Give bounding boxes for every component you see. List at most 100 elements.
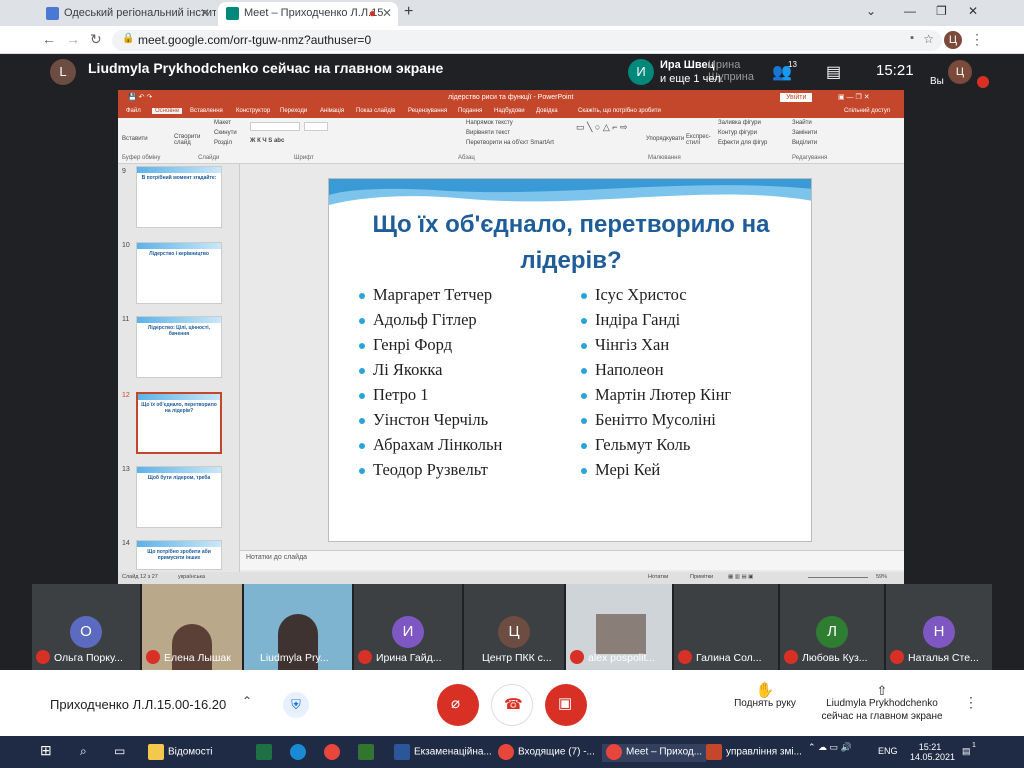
bookmark-star-icon[interactable]: ☆	[923, 32, 934, 46]
camera-off-button[interactable]: ▣	[545, 684, 587, 726]
search-icon[interactable]: ⌕	[80, 744, 87, 762]
participant-tile[interactable]: Ц Центр ПКК с...	[464, 584, 564, 670]
tab-help[interactable]: Довідка	[536, 108, 558, 114]
font-format-buttons-icon[interactable]: Ж К Ч S abc	[250, 138, 284, 144]
reload-icon[interactable]: ↻	[90, 31, 102, 48]
input-language[interactable]: ENG	[878, 746, 898, 756]
url-field[interactable]: 🔒 meet.google.com/orr-tguw-nmz?authuser=…	[112, 30, 942, 51]
taskbar-item-word[interactable]: Екзаменаційна...	[394, 744, 492, 762]
more-options-icon[interactable]: ⋮	[964, 694, 978, 711]
tab-slideshow[interactable]: Показ слайдів	[356, 108, 395, 114]
presenting-button[interactable]: ⇧ Liudmyla Prykhodchenko сейчас на главн…	[818, 684, 946, 723]
save-icon[interactable]: 💾 ↶ ↷	[128, 93, 152, 101]
text-direction-button[interactable]: Напрямок тексту	[466, 120, 513, 126]
zoom-level[interactable]: 59%	[876, 574, 887, 580]
chat-icon[interactable]: ▤	[826, 62, 841, 82]
reset-button[interactable]: Скинути	[214, 130, 237, 136]
tab-animation[interactable]: Анімація	[320, 108, 344, 114]
taskbar-item-excel[interactable]	[256, 744, 276, 762]
language-status[interactable]: українська	[178, 574, 205, 580]
pp-window-controls-icon[interactable]: ▣ — ❐ ✕	[838, 93, 870, 101]
chevron-up-icon[interactable]: ⌃	[242, 694, 252, 708]
section-button[interactable]: Розділ	[214, 140, 232, 146]
start-windows-icon[interactable]: ⊞	[40, 742, 52, 760]
slide-thumbnail-12[interactable]: Що їх об'єднало, перетворило на лідерів?	[136, 392, 222, 454]
participant-tile[interactable]: О Ольга Порку...	[32, 584, 140, 670]
raise-hand-button[interactable]: ✋ Поднять руку	[730, 683, 800, 710]
browser-tab-institute[interactable]: Одеський регіональний інститут ✕	[38, 2, 216, 26]
participant-tile[interactable]: Н Наталья Сте...	[886, 584, 992, 670]
mute-mic-button[interactable]: ⌀	[437, 684, 479, 726]
tab-search-icon[interactable]: ⌄	[866, 4, 876, 18]
comments-toggle[interactable]: Примітки	[690, 574, 713, 580]
tab-view[interactable]: Подання	[458, 108, 482, 114]
paste-button[interactable]: Вставити	[122, 136, 148, 142]
taskbar-item-meet[interactable]: Meet – Приход...	[602, 744, 707, 762]
smartart-button[interactable]: Перетворити на об'єкт SmartArt	[466, 140, 554, 146]
participant-tile[interactable]: И Ирина Гайд...	[354, 584, 462, 670]
taskbar-item-chrome[interactable]	[324, 744, 344, 762]
tab-review[interactable]: Рецензування	[408, 108, 447, 114]
taskbar-item-gmail[interactable]: Входящие (7) -...	[498, 744, 595, 762]
share-button[interactable]: Спільний доступ	[844, 108, 890, 114]
browser-menu-icon[interactable]: ⋮	[970, 31, 984, 48]
participant-tile[interactable]: alex pospolit...	[566, 584, 672, 670]
select-button[interactable]: Виділити	[792, 140, 817, 146]
slide-thumbnail-14[interactable]: Що потрібно зробити аби примусити інших	[136, 540, 222, 570]
slide-thumbnails-pane[interactable]: 9 В потрібний момент згадайте: 10 Лідерс…	[118, 164, 240, 572]
layout-button[interactable]: Макет	[214, 120, 231, 126]
notifications-icon[interactable]: ▤	[962, 746, 971, 757]
tell-me-search[interactable]: Скажіть, що потрібно зробити	[578, 108, 661, 114]
tab-transitions[interactable]: Переходи	[280, 108, 307, 114]
font-size-select[interactable]	[304, 122, 328, 131]
tab-design[interactable]: Конструктор	[236, 108, 270, 114]
task-view-icon[interactable]: ▭	[114, 744, 125, 762]
slide-canvas[interactable]: Що їх об'єднало, перетворило на лідерів?…	[328, 178, 812, 542]
forward-icon[interactable]: →	[66, 31, 80, 47]
slide-thumbnail-10[interactable]: Лідерство і керівництво	[136, 242, 222, 304]
find-button[interactable]: Знайти	[792, 120, 812, 126]
close-tab-icon[interactable]: ✕	[382, 6, 392, 20]
slide-thumbnail-9[interactable]: В потрібний момент згадайте:	[136, 166, 222, 228]
slide-notes-field[interactable]: Нотатки до слайда	[240, 550, 904, 570]
shield-icon[interactable]: ⛨	[283, 692, 309, 718]
quick-styles-button[interactable]: Експрес-стилі	[686, 134, 714, 146]
new-tab-button[interactable]: +	[404, 3, 413, 21]
participant-tile[interactable]: Л Любовь Куз...	[780, 584, 884, 670]
notes-toggle[interactable]: Нотатки	[648, 574, 668, 580]
profile-avatar[interactable]: Ц	[944, 31, 962, 49]
font-family-select[interactable]	[250, 122, 300, 131]
slide-thumbnail-11[interactable]: Лідерство: Цілі, цінності, бачення	[136, 316, 222, 378]
shapes-gallery-icon[interactable]: ▭ ╲ ○ △ ⌐ ⇨	[576, 122, 628, 133]
tab-file[interactable]: Файл	[126, 108, 141, 114]
new-slide-button[interactable]: Створити слайд	[174, 134, 202, 146]
close-tab-icon[interactable]: ✕	[200, 6, 210, 20]
tab-addins[interactable]: Надбудови	[494, 108, 525, 114]
taskbar-item-powerpoint[interactable]: управління змі...	[706, 744, 802, 762]
browser-tab-meet[interactable]: Meet – Приходченко Л.Л.15 ● ✕	[218, 2, 398, 26]
shape-outline-button[interactable]: Контур фігури	[718, 130, 757, 136]
participant-tile[interactable]: Галина Сол...	[674, 584, 778, 670]
tab-insert[interactable]: Вставлення	[190, 108, 223, 114]
zoom-slider[interactable]	[808, 577, 868, 578]
taskbar-item-project[interactable]	[358, 744, 378, 762]
participant-tile[interactable]: Елена Лышак	[142, 584, 242, 670]
replace-button[interactable]: Замінити	[792, 130, 817, 136]
shape-fill-button[interactable]: Заливка фігури	[718, 120, 761, 126]
minimize-icon[interactable]: —	[904, 4, 916, 18]
maximize-icon[interactable]: ❐	[936, 4, 947, 18]
back-icon[interactable]: ←	[42, 31, 56, 47]
close-window-icon[interactable]: ✕	[968, 4, 978, 18]
camera-icon[interactable]: ▪	[910, 32, 914, 44]
view-buttons-icon[interactable]: ▦ ▥ ▤ ▣	[728, 574, 753, 580]
shape-effects-button[interactable]: Ефекти для фігур	[718, 140, 767, 146]
meeting-name[interactable]: Приходченко Л.Л.15.00-16.20	[50, 697, 226, 712]
slide-thumbnail-13[interactable]: Щоб бути лідером, треба	[136, 466, 222, 528]
tray-icons[interactable]: ⌃ ☁ ▭ 🔊	[808, 742, 852, 753]
sign-in-button[interactable]: Увійти	[780, 93, 813, 102]
taskbar-item-folder[interactable]: Відомості	[148, 744, 213, 762]
taskbar-item-edge[interactable]	[290, 744, 310, 762]
participant-tile[interactable]: Liudmyla Pry...	[244, 584, 352, 670]
leave-call-button[interactable]: ☎	[491, 684, 533, 726]
tray-clock[interactable]: 15:21 14.05.2021	[910, 742, 955, 762]
